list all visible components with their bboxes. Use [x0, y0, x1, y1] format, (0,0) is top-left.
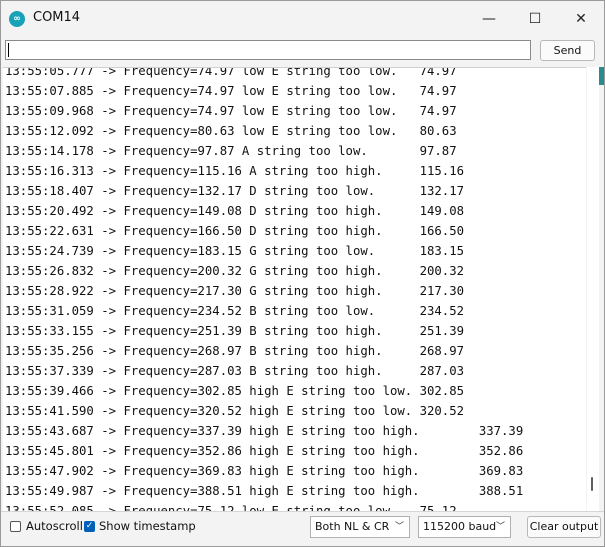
output-line: 13:55:45.801 -> Frequency=352.86 high E … [5, 444, 524, 458]
serial-message-input[interactable] [5, 40, 531, 60]
output-line: 13:55:24.739 -> Frequency=183.15 G strin… [5, 244, 465, 258]
output-line: 13:55:41.590 -> Frequency=320.52 high E … [5, 404, 465, 418]
output-line: 13:55:28.922 -> Frequency=217.30 G strin… [5, 284, 465, 298]
output-line: 13:55:26.832 -> Frequency=200.32 G strin… [5, 264, 465, 278]
title-bar[interactable]: ∞ COM14 — ☐ ✕ [1, 1, 604, 37]
baud-rate-value: 115200 baud [423, 520, 497, 533]
autoscroll-label[interactable]: Autoscroll [26, 519, 83, 533]
chevron-down-icon: ﹀ [495, 522, 505, 532]
output-line: 13:55:35.256 -> Frequency=268.97 B strin… [5, 344, 465, 358]
bottom-toolbar: Autoscroll ✓ Show timestamp Both NL & CR… [1, 511, 604, 546]
serial-output-panel[interactable]: 13:55:05.777 -> Frequency=74.97 low E st… [3, 67, 586, 512]
output-line: 13:55:39.466 -> Frequency=302.85 high E … [5, 384, 465, 398]
output-line: 13:55:22.631 -> Frequency=166.50 D strin… [5, 224, 465, 238]
window-title: COM14 [33, 10, 81, 25]
output-line: 13:55:16.313 -> Frequency=115.16 A strin… [5, 164, 465, 178]
output-line: 13:55:12.092 -> Frequency=80.63 low E st… [5, 124, 457, 138]
close-icon[interactable]: ✕ [558, 1, 604, 37]
scrollbar-thumb[interactable] [591, 477, 593, 491]
text-caret [8, 43, 9, 57]
arduino-app-icon: ∞ [9, 11, 25, 27]
line-ending-select[interactable]: Both NL & CR ﹀ [310, 516, 410, 538]
output-line: 13:55:18.407 -> Frequency=132.17 D strin… [5, 184, 465, 198]
line-ending-value: Both NL & CR [315, 520, 390, 533]
output-line: 13:55:47.902 -> Frequency=369.83 high E … [5, 464, 524, 478]
output-line: 13:55:37.339 -> Frequency=287.03 B strin… [5, 364, 465, 378]
output-line: 13:55:05.777 -> Frequency=74.97 low E st… [5, 67, 457, 78]
output-line: 13:55:09.968 -> Frequency=74.97 low E st… [5, 104, 457, 118]
output-line: 13:55:07.885 -> Frequency=74.97 low E st… [5, 84, 457, 98]
serial-output-lines: 13:55:05.777 -> Frequency=74.97 low E st… [5, 67, 524, 512]
show-timestamp-label[interactable]: Show timestamp [99, 519, 196, 533]
serial-monitor-window: ∞ COM14 — ☐ ✕ Send 13:55:05.777 -> Frequ… [0, 0, 605, 547]
output-line: 13:55:20.492 -> Frequency=149.08 D strin… [5, 204, 465, 218]
chevron-down-icon: ﹀ [394, 522, 404, 532]
maximize-icon[interactable]: ☐ [512, 1, 558, 37]
output-line: 13:55:49.987 -> Frequency=388.51 high E … [5, 484, 524, 498]
send-button[interactable]: Send [540, 40, 595, 61]
window-edge-accent [599, 67, 604, 85]
show-timestamp-checkbox[interactable]: ✓ [84, 521, 95, 532]
output-line: 13:55:33.155 -> Frequency=251.39 B strin… [5, 324, 465, 338]
output-line: 13:55:31.059 -> Frequency=234.52 B strin… [5, 304, 465, 318]
output-scrollbar[interactable] [587, 67, 599, 511]
send-row: Send [1, 37, 604, 65]
minimize-icon[interactable]: — [466, 1, 512, 37]
baud-rate-select[interactable]: 115200 baud ﹀ [418, 516, 511, 538]
autoscroll-checkbox[interactable] [10, 521, 21, 532]
output-line: 13:55:14.178 -> Frequency=97.87 A string… [5, 144, 457, 158]
output-line: 13:55:43.687 -> Frequency=337.39 high E … [5, 424, 524, 438]
clear-output-button[interactable]: Clear output [527, 516, 601, 538]
